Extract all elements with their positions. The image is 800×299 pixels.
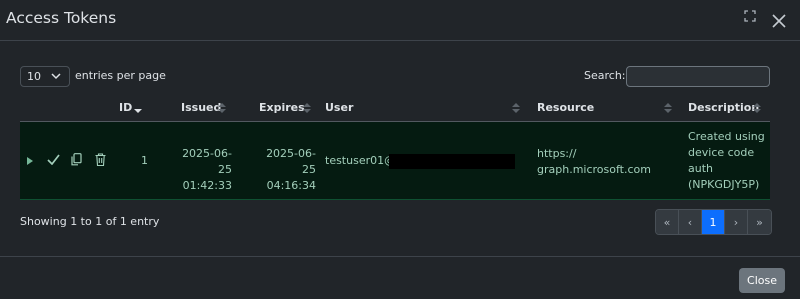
- cell-expires-date: 2025-06-25: [266, 147, 316, 176]
- cell-issued-date: 2025-06-25: [182, 147, 232, 176]
- redacted-block: [389, 154, 515, 169]
- cell-issued: 2025-06-25 01:42:33: [170, 146, 232, 194]
- cell-description-line: auth: [688, 162, 713, 175]
- cell-user: testuser01@: [325, 154, 396, 167]
- cell-description-line: device code: [688, 146, 755, 159]
- column-header-resource[interactable]: Resource: [537, 101, 594, 114]
- cell-resource-line: graph.microsoft.com: [537, 163, 651, 176]
- sort-icon: [753, 103, 761, 113]
- sort-icon: [218, 103, 226, 113]
- close-button[interactable]: Close: [739, 268, 785, 293]
- close-icon[interactable]: [772, 14, 786, 28]
- cell-expires: 2025-06-25 04:16:34: [254, 146, 316, 194]
- entries-per-page-select[interactable]: 10: [20, 66, 70, 87]
- page-last-button[interactable]: »: [748, 210, 771, 234]
- page-1-button[interactable]: 1: [702, 210, 725, 234]
- page-next-button[interactable]: ›: [725, 210, 748, 234]
- cell-id: 1: [141, 154, 148, 167]
- column-header-issued[interactable]: Issued: [181, 101, 221, 114]
- fullscreen-icon[interactable]: [744, 10, 756, 22]
- modal-header: Access Tokens: [0, 0, 800, 41]
- chevron-down-icon: [51, 73, 61, 80]
- sort-icon: [512, 103, 520, 113]
- table-info: Showing 1 to 1 of 1 entry: [20, 215, 160, 228]
- checkmark-icon[interactable]: [47, 154, 60, 165]
- modal-title: Access Tokens: [6, 9, 117, 27]
- cell-description-line: (NPKGDJY5P): [688, 178, 760, 191]
- cell-description: Created using device code auth (NPKGDJY5…: [688, 129, 765, 193]
- entries-per-page-label: entries per page: [75, 69, 166, 82]
- sort-desc-icon: [134, 109, 142, 113]
- cell-issued-time: 01:42:33: [182, 179, 232, 192]
- expand-row-icon[interactable]: [26, 157, 34, 165]
- footer-divider: [0, 256, 800, 257]
- copy-icon[interactable]: [71, 153, 82, 166]
- page-first-button[interactable]: «: [656, 210, 679, 234]
- cell-expires-time: 04:16:34: [266, 179, 316, 192]
- column-header-user[interactable]: User: [325, 101, 353, 114]
- page-previous-button[interactable]: ‹: [679, 210, 702, 234]
- column-header-id[interactable]: ID: [119, 101, 132, 114]
- pagination: « ‹ 1 › »: [655, 209, 772, 235]
- sort-icon: [303, 103, 311, 113]
- cell-resource-line: https://: [537, 147, 577, 160]
- sort-icon: [664, 103, 672, 113]
- column-header-expires[interactable]: Expires: [259, 101, 305, 114]
- column-header-description[interactable]: Description: [688, 101, 759, 114]
- cell-description-line: Created using: [688, 130, 765, 143]
- search-label: Search:: [584, 69, 626, 82]
- entries-per-page-value: 10: [27, 70, 41, 83]
- search-input[interactable]: [626, 66, 770, 87]
- trash-icon[interactable]: [95, 153, 106, 166]
- cell-resource: https:// graph.microsoft.com: [537, 146, 651, 178]
